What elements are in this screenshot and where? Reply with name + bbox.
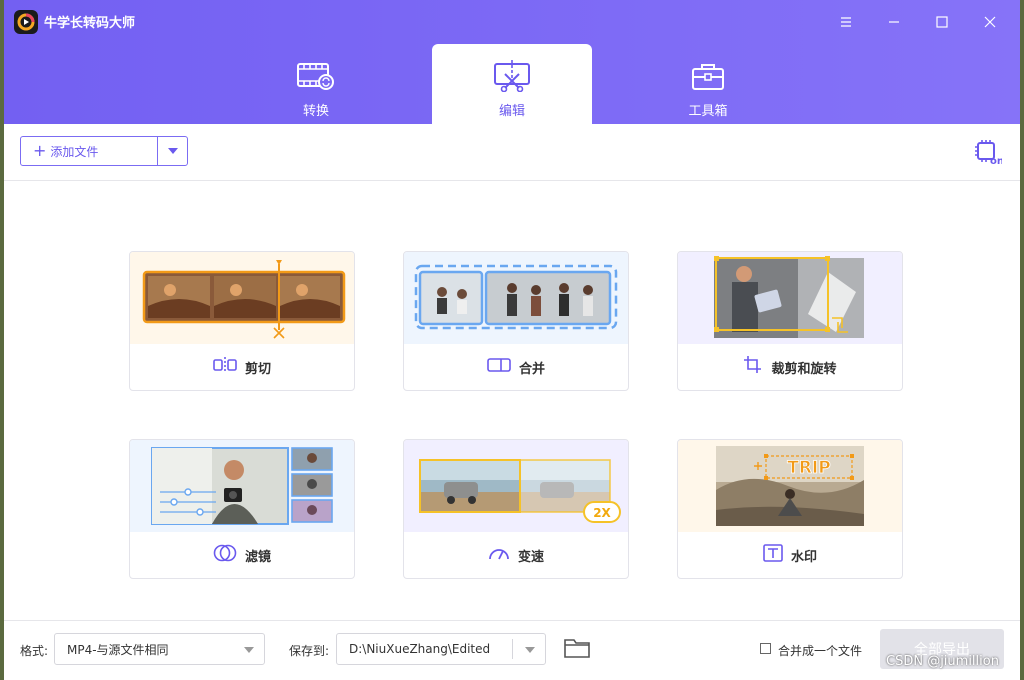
tab-edit[interactable]: 编辑 [432,44,592,124]
crop-rotate-thumbnail [678,252,902,344]
merge-into-one-label: 合并成一个文件 [778,644,863,658]
bottom-bar: 格式: MP4-与源文件相同 保存到: D:\NiuXueZhang\Edite… [4,620,1020,680]
app-window: 牛学长转码大师 转换 编辑 工具箱 + 添加文件 on 剪切 合并 裁剪和旋转 … [4,0,1020,680]
tab-convert-label: 转换 [302,104,329,119]
watermark-label: 水印 [790,549,817,565]
watermark-icon [763,544,791,566]
tab-toolbox[interactable]: 工具箱 [628,44,788,124]
tab-convert[interactable]: 转换 [236,44,396,124]
toolbox-icon [688,60,728,92]
toolbar: + 添加文件 on [4,124,1020,181]
speed-card[interactable]: 2X 变速 [403,439,629,579]
crop-rotate-label: 裁剪和旋转 [771,361,837,377]
tab-toolbox-label: 工具箱 [688,104,728,119]
maximize-icon[interactable] [926,8,958,36]
cut-icon [213,357,245,377]
add-file-button[interactable]: + 添加文件 [21,137,158,165]
cut-label: 剪切 [244,361,271,377]
speed-thumbnail: 2X [404,440,628,532]
svg-text:on: on [990,156,1002,166]
plus-icon: + [33,141,47,160]
watermark-overlay-text: TRIP [787,458,830,478]
filter-card[interactable]: 滤镜 [129,439,355,579]
merge-thumbnail [404,252,628,344]
folder-icon[interactable] [564,638,590,661]
merge-label-row: 合并 [404,344,628,390]
chevron-down-icon [525,647,535,653]
speed-badge: 2X [593,506,611,520]
tab-edit-label: 编辑 [498,104,525,119]
filter-thumbnail [130,440,354,532]
minimize-icon[interactable] [878,8,910,36]
format-select[interactable]: MP4-与源文件相同 [54,633,265,665]
save-path-value: D:\NiuXueZhang\Edited [349,642,491,656]
watermark-thumbnail: TRIP [678,440,902,532]
chevron-down-icon [167,148,178,154]
crop-rotate-label-row: 裁剪和旋转 [678,344,902,390]
merge-icon [487,357,519,377]
add-file-split-button: + 添加文件 [20,136,188,166]
title-bar: 牛学长转码大师 转换 编辑 工具箱 [4,0,1020,124]
app-logo-icon [14,10,38,34]
hardware-acceleration-icon[interactable]: on [974,138,1004,167]
add-file-dropdown[interactable] [158,137,187,165]
save-to-label: 保存到: [289,644,330,658]
csdn-watermark: CSDN @jiumillion [886,654,999,669]
chevron-down-icon [244,647,254,653]
close-icon[interactable] [974,8,1006,36]
speed-label-row: 变速 [404,532,628,578]
select-divider [512,639,513,659]
format-value: MP4-与源文件相同 [67,642,169,657]
cut-thumbnail [130,252,354,344]
filter-label-row: 滤镜 [130,532,354,578]
merge-card[interactable]: 合并 [403,251,629,391]
filter-icon [213,544,245,566]
speed-icon [488,545,518,565]
filter-label: 滤镜 [244,549,271,565]
watermark-label-row: 水印 [678,532,902,578]
add-file-label: 添加文件 [50,144,99,159]
watermark-card[interactable]: TRIP 水印 [677,439,903,579]
save-path-select[interactable]: D:\NiuXueZhang\Edited [336,633,546,665]
convert-film-icon [296,60,336,92]
edit-scissors-icon [492,60,532,93]
cut-label-row: 剪切 [130,344,354,390]
merge-into-one-checkbox[interactable] [760,643,771,654]
menu-icon[interactable] [830,8,862,36]
merge-label: 合并 [518,361,545,377]
format-label: 格式: [20,644,49,658]
app-title: 牛学长转码大师 [44,16,136,31]
cut-card[interactable]: 剪切 [129,251,355,391]
crop-rotate-card[interactable]: 裁剪和旋转 [677,251,903,391]
speed-label: 变速 [517,549,544,565]
crop-rotate-icon [743,356,771,378]
